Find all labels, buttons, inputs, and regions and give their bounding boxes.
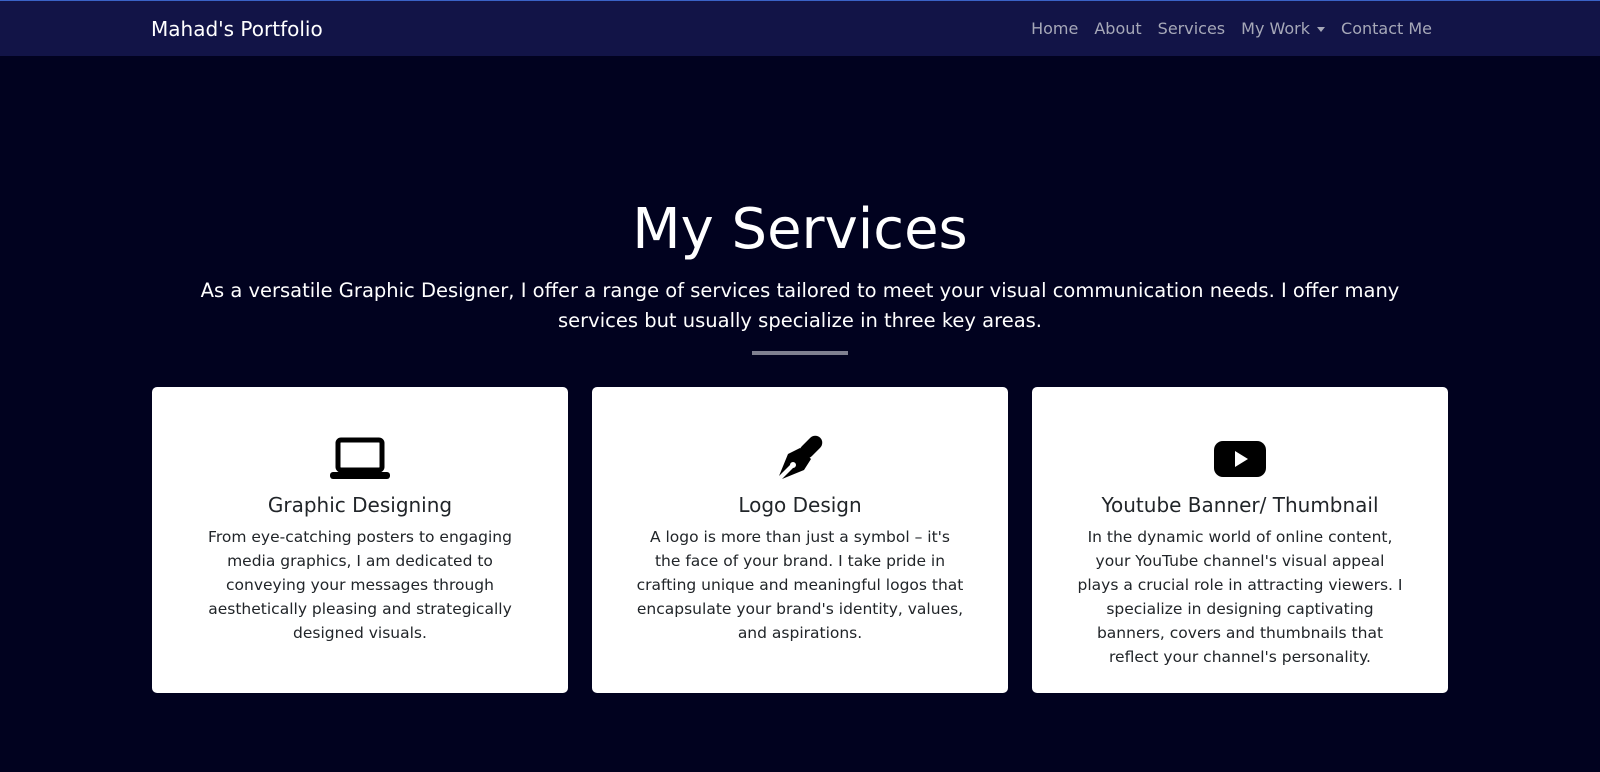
service-card-graphic-designing: Graphic Designing From eye-catching post…: [152, 387, 568, 693]
nav-link-contact[interactable]: Contact Me: [1333, 18, 1440, 40]
youtube-icon: [1032, 435, 1448, 483]
card-title: Logo Design: [738, 493, 862, 517]
card-text: From eye-catching posters to engaging me…: [208, 528, 512, 642]
navbar: Mahad's Portfolio Home About Services My…: [0, 0, 1600, 56]
page-title: My Services: [632, 197, 968, 262]
service-card-youtube: Youtube Banner/ Thumbnail In the dynamic…: [1032, 387, 1448, 693]
service-card-logo-design: Logo Design A logo is more than just a s…: [592, 387, 1008, 693]
nav-links: Home About Services My Work Contact Me: [1023, 18, 1440, 40]
card-title: Youtube Banner/ Thumbnail: [1101, 493, 1379, 517]
card-text: In the dynamic world of online content, …: [1077, 528, 1403, 666]
nav-dropdown-label: My Work: [1241, 19, 1311, 38]
caret-down-icon: [1317, 26, 1326, 32]
nav-link-about[interactable]: About: [1086, 18, 1149, 40]
card-text: A logo is more than just a symbol – it's…: [636, 528, 964, 642]
nav-link-services[interactable]: Services: [1150, 18, 1233, 40]
laptop-icon: [152, 435, 568, 483]
card-title: Graphic Designing: [267, 493, 453, 517]
nav-dropdown-my-work[interactable]: My Work: [1233, 18, 1333, 40]
services-intro: As a versatile Graphic Designer, I offer…: [200, 279, 1400, 332]
navbar-brand[interactable]: Mahad's Portfolio: [151, 16, 323, 42]
pen-nib-icon: [592, 435, 1008, 483]
nav-link-home[interactable]: Home: [1023, 18, 1086, 40]
title-divider: [752, 351, 848, 355]
